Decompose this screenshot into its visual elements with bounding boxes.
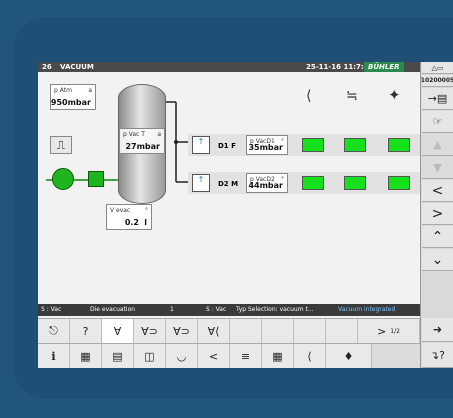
d2-name: D2 M [218,180,239,188]
spray-button[interactable]: < [198,344,230,368]
vacuum-icon: ∀ [113,324,122,338]
prev-button[interactable]: < [422,180,453,202]
evac-volume-label: V evac [110,207,131,214]
pump-icon [52,168,74,190]
info-button[interactable]: i [38,344,70,368]
esc-icon: ⎋ [49,324,58,337]
d1-die-icon: ↑ [192,136,210,154]
restriction-icon[interactable]: ≒ [346,88,358,104]
d2-indicator-2 [344,176,366,190]
d1-pressure-field: p VacD1 ° 35mbar [246,135,288,155]
down-icon: ▼ [433,161,442,174]
context-help-icon: ↴? [429,348,446,362]
page-up-button[interactable]: ⌃ [422,226,453,248]
help-button[interactable]: ? [70,319,102,343]
next-page-button[interactable]: > 1/2 [358,319,420,343]
right-panel: △▭ 10200005 →▤ ☞ ▲ ▼ < > ⌃ ⌄ ➜ ↴? [420,62,453,368]
status-right: S : Vac [206,306,227,313]
evac-volume-field: V evac ° 0.2 l [106,204,152,230]
page-down-button[interactable]: ⌄ [422,249,453,271]
status-num: 1 [170,306,174,313]
chevron-right-icon: > [431,205,444,222]
hmi-screen: 26 VACUUM 25-11-16 11:7:12 BÜHLER p Atm … [38,62,453,368]
evac-volume-unit-l: l [144,218,147,227]
esc-button[interactable]: ⎋ [38,319,70,343]
enter-button[interactable]: ➜ [422,318,453,342]
empty-slot-3 [294,319,326,343]
next-button[interactable]: > [422,203,453,225]
toolbar-row-2: i ▦ ▤ ◫ ◡ < ≡ ▦ ⟨ ♦ [38,343,420,368]
vacuum-setup-button[interactable]: ∀⊃ [134,319,166,343]
status-left: S : Vac [41,306,62,313]
d1-pressure-value: 35mbar [248,143,283,152]
page-indicator: 1/2 [390,327,400,335]
d2-pressure-field: p VacD2 ° 44mbar [246,173,288,193]
chevron-down-icon: ⌄ [431,251,444,268]
up-icon: ▲ [433,138,442,151]
cooling-icon: ♦ [343,350,354,363]
ladle-icon: ◡ [176,350,187,363]
vacuum-curve-icon: ∀⟨ [207,324,220,338]
machine-icon: ▦ [80,350,91,363]
status-bar: S : Vac Die evacuation 1 S : Vac Typ Sel… [38,304,420,316]
vacuum-tab-icon: ⟨ [307,350,312,363]
evac-volume-value: 0.2 [124,218,139,227]
arrow-right-icon: ➜ [432,323,443,336]
power-icon: ⎍ [56,137,66,152]
vacuum-curve-button[interactable]: ∀⟨ [198,319,230,343]
d1-indicator-1 [302,138,324,152]
chart-icon: →▤ [427,92,448,105]
ladle-button[interactable]: ◡ [166,344,198,368]
alarm-button[interactable]: △▭ [422,62,453,74]
shot-button[interactable]: ◫ [134,344,166,368]
vacuum-valve-icon: ∀⊃ [173,324,190,338]
context-help-button[interactable]: ↴? [422,343,453,368]
status-action: Die evacuation [90,306,136,313]
d2-indicator-1 [302,176,324,190]
chevron-right-icon: > [377,324,387,338]
d1-indicator-2 [344,138,366,152]
chart-button[interactable]: →▤ [422,88,453,110]
d1-name: D1 F [218,142,236,150]
diamond-valve-icon[interactable]: ✦ [388,86,401,104]
d2-pressure-value: 44mbar [248,181,283,190]
vacuum-setup-icon: ∀⊃ [141,324,158,338]
spray-icon: < [208,350,219,363]
extractor-button[interactable]: ≡ [230,344,262,368]
d1-indicator-3 [388,138,410,152]
toolbar-row-1: ⎋ ? ∀ ∀⊃ ∀⊃ ∀⟨ > 1/2 [38,318,420,343]
scroll-up-button[interactable]: ▲ [422,134,453,156]
power-button[interactable]: ⎍ [50,136,72,154]
status-message: Typ Selection: vacuum t... [236,306,314,313]
cooling-button[interactable]: ♦ [326,344,372,368]
vacuum-tab-button[interactable]: ⟨ [294,344,326,368]
valve-icon [88,171,104,187]
warning-icon: △▭ [431,63,444,72]
extractor-icon: ≡ [240,350,251,363]
question-icon: ? [82,324,89,338]
d2-indicator-3 [388,176,410,190]
empty-slot-2 [262,319,294,343]
empty-slot-1 [230,319,262,343]
trim-button[interactable]: ▦ [262,344,294,368]
status-message-2: Vacuum integrated [338,306,396,313]
screenshot-button[interactable]: ☞ [422,111,453,133]
hand-icon: ☞ [432,115,443,128]
chevron-left-icon: < [431,182,444,199]
empty-slot-4 [326,319,358,343]
die-icon: ▤ [112,350,123,363]
vacuum-valve-button[interactable]: ∀⊃ [166,319,198,343]
machine-id: 10200005 [421,75,453,87]
shot-icon: ◫ [144,350,155,363]
curve-icon[interactable]: ⟨ [306,88,311,104]
die-button[interactable]: ▤ [102,344,134,368]
trim-icon: ▦ [272,350,283,363]
vacuum-overview-button[interactable]: ∀ [102,319,134,343]
machine-button[interactable]: ▦ [70,344,102,368]
scroll-down-button[interactable]: ▼ [422,157,453,179]
info-icon: i [51,350,56,363]
evac-volume-unit: ° [145,207,148,214]
d2-die-icon: ↑ [192,174,210,192]
chevron-up-icon: ⌃ [431,228,444,245]
